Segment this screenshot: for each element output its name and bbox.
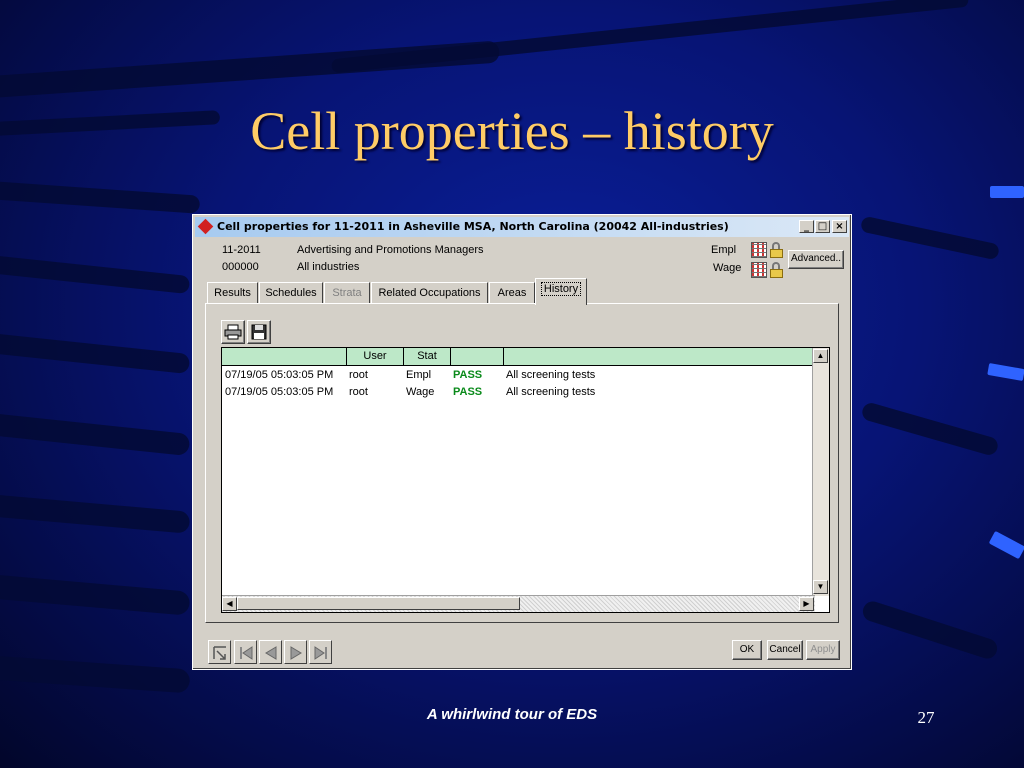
bg-streak — [0, 247, 191, 295]
col-header-result[interactable] — [451, 348, 504, 366]
slide-footer: A whirlwind tour of EDS — [426, 706, 598, 723]
bg-accent — [990, 186, 1024, 198]
cell-description: All screening tests — [506, 369, 596, 381]
nav-last-button[interactable] — [309, 640, 332, 664]
window-titlebar[interactable]: Cell properties for 11-2011 in Asheville… — [195, 217, 849, 237]
cell-result: PASS — [453, 386, 483, 398]
bg-streak — [0, 568, 191, 616]
horizontal-scrollbar[interactable]: ◀ ▶ — [222, 595, 815, 612]
bg-streak — [860, 401, 1000, 457]
app-diamond-icon — [197, 218, 214, 235]
tab-strata[interactable]: Strata — [324, 282, 370, 304]
slide-title: Cell properties – history — [250, 101, 774, 161]
nav-next-button[interactable] — [284, 640, 307, 664]
floppy-disk-icon — [251, 324, 267, 340]
col-header-stat[interactable]: Stat — [404, 348, 451, 366]
bg-streak — [0, 488, 191, 534]
wage-screening-icon[interactable] — [751, 262, 767, 278]
empl-screening-icon[interactable] — [751, 242, 767, 258]
empl-label: Empl — [711, 244, 737, 256]
col-header-user[interactable]: User — [347, 348, 404, 366]
col-header-date[interactable] — [222, 348, 347, 366]
wage-lock-icon[interactable] — [769, 262, 785, 278]
advanced-button[interactable]: Advanced.. — [788, 250, 844, 269]
history-table: User Stat 07/19/05 05:03:05 PM root Empl… — [221, 347, 830, 613]
save-button[interactable] — [247, 320, 271, 344]
apply-button[interactable]: Apply — [806, 640, 840, 660]
scroll-up-icon[interactable]: ▲ — [813, 349, 828, 363]
scroll-right-icon[interactable]: ▶ — [799, 597, 814, 611]
close-button[interactable]: × — [832, 220, 847, 233]
cell-description: All screening tests — [506, 386, 596, 398]
bg-streak — [0, 650, 191, 694]
bg-streak — [331, 0, 969, 74]
cell-user: root — [349, 386, 368, 398]
print-button[interactable] — [221, 320, 245, 344]
first-icon — [240, 646, 253, 660]
cell-result: PASS — [453, 369, 483, 381]
bg-streak — [0, 405, 191, 457]
previous-icon — [265, 646, 277, 660]
bg-accent — [987, 362, 1024, 382]
cancel-button[interactable]: Cancel — [767, 640, 803, 660]
ok-button[interactable]: OK — [732, 640, 762, 660]
bg-accent — [988, 530, 1024, 560]
last-icon — [314, 646, 327, 660]
cell-date: 07/19/05 05:03:05 PM — [225, 369, 334, 381]
scroll-left-icon[interactable]: ◀ — [222, 597, 237, 611]
tree-nav-icon — [213, 646, 226, 660]
minimize-button[interactable]: _ — [799, 220, 814, 233]
cell-stat: Wage — [406, 386, 435, 398]
maximize-button[interactable]: □ — [815, 220, 830, 233]
tab-areas[interactable]: Areas — [489, 282, 535, 304]
cell-date: 07/19/05 05:03:05 PM — [225, 386, 334, 398]
scroll-down-icon[interactable]: ▼ — [813, 580, 828, 594]
col-header-description[interactable] — [504, 348, 815, 366]
window-title: Cell properties for 11-2011 in Asheville… — [217, 220, 729, 233]
tab-related-occupations[interactable]: Related Occupations — [371, 282, 488, 304]
bg-streak — [0, 176, 201, 214]
horizontal-scroll-thumb[interactable] — [237, 597, 520, 610]
nav-previous-button[interactable] — [259, 640, 282, 664]
tab-schedules[interactable]: Schedules — [259, 282, 323, 304]
bg-streak — [0, 325, 191, 375]
wage-label: Wage — [713, 262, 742, 274]
bg-streak — [860, 598, 1000, 662]
empl-lock-icon[interactable] — [769, 242, 785, 258]
cell-stat: Empl — [406, 369, 432, 381]
occ-code: 11-2011 — [222, 244, 261, 256]
next-icon — [290, 646, 302, 660]
cell-user: root — [349, 369, 368, 381]
printer-icon — [224, 324, 242, 340]
page-number: 27 — [917, 708, 935, 727]
occ-name: Advertising and Promotions Managers — [297, 244, 484, 256]
ind-code: 000000 — [222, 261, 259, 273]
tab-history-label: History — [540, 282, 582, 296]
vertical-scrollbar[interactable]: ▲ ▼ — [812, 348, 829, 596]
bg-streak — [859, 215, 1001, 261]
ind-name: All industries — [297, 261, 360, 273]
nav-tree-button[interactable] — [208, 640, 231, 664]
tab-results[interactable]: Results — [207, 282, 258, 304]
tab-history[interactable]: History — [535, 278, 587, 305]
nav-first-button[interactable] — [234, 640, 257, 664]
